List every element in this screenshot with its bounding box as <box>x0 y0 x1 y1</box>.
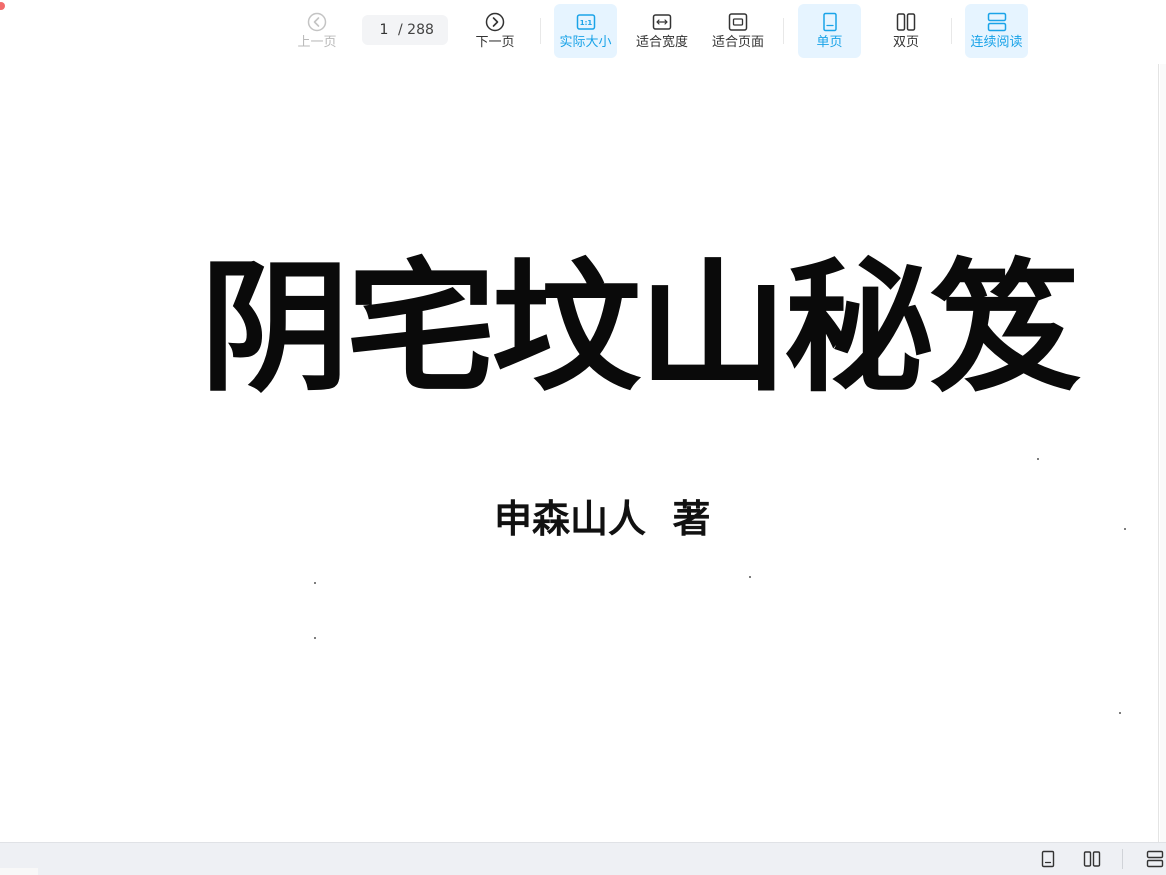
fit-width-icon <box>652 13 672 30</box>
status-single-page-button[interactable] <box>1037 847 1059 871</box>
scan-speck <box>1124 528 1126 530</box>
chevron-right-circle-icon <box>485 12 505 31</box>
scan-speck <box>749 576 751 578</box>
scan-speck <box>314 582 316 584</box>
page-number-input[interactable] <box>372 22 396 38</box>
status-bar <box>0 842 1166 875</box>
single-page-button[interactable]: 单页 <box>798 4 861 58</box>
status-continuous-button[interactable] <box>1144 847 1166 871</box>
actual-size-icon: 1:1 <box>576 13 595 30</box>
continuous-reading-button[interactable]: 连续阅读 <box>965 4 1028 58</box>
prev-page-label: 上一页 <box>297 34 337 50</box>
double-page-icon <box>1083 851 1101 867</box>
next-page-button[interactable]: 下一页 <box>464 4 526 58</box>
fit-width-button[interactable]: 适合宽度 <box>631 4 693 58</box>
single-page-icon <box>822 12 837 31</box>
continuous-scroll-icon <box>987 12 1006 31</box>
single-page-label: 单页 <box>816 34 843 50</box>
scan-speck <box>1037 458 1039 460</box>
toolbar-divider <box>951 18 952 44</box>
notification-dot <box>0 2 5 10</box>
document-author: 申森山人 著 <box>494 496 711 541</box>
scrollbar-thumb[interactable] <box>1160 64 1166 842</box>
svg-text:1:1: 1:1 <box>579 19 592 27</box>
double-page-label: 双页 <box>892 34 919 50</box>
toolbar-divider <box>783 18 784 44</box>
fit-page-icon <box>728 12 748 31</box>
double-page-icon <box>896 12 916 31</box>
status-divider <box>1122 849 1123 869</box>
page-total: / 288 <box>398 22 434 38</box>
pdf-viewer: ≡ 上一页 / 288 下一页 1 <box>0 0 1166 875</box>
actual-size-label: 实际大小 <box>559 34 612 50</box>
toolbar-divider <box>540 18 541 44</box>
actual-size-button[interactable]: 1:1 实际大小 <box>554 4 617 58</box>
continuous-scroll-icon <box>1146 850 1164 868</box>
edge-sidebar-toggle[interactable]: ≡ <box>0 0 10 24</box>
vertical-scrollbar[interactable] <box>1158 64 1166 842</box>
scan-speck <box>1119 712 1121 714</box>
page-indicator: / 288 <box>362 15 448 45</box>
fit-width-label: 适合宽度 <box>635 34 688 50</box>
prev-page-button[interactable]: 上一页 <box>286 4 348 58</box>
document-page: 阴宅坟山秘笈 申森山人 著 <box>0 64 1158 842</box>
next-page-label: 下一页 <box>475 34 515 50</box>
document-title: 阴宅坟山秘笈 <box>200 246 1080 412</box>
horizontal-scrollbar[interactable] <box>0 868 38 875</box>
status-double-page-button[interactable] <box>1081 847 1103 871</box>
fit-page-label: 适合页面 <box>711 34 764 50</box>
double-page-button[interactable]: 双页 <box>875 4 937 58</box>
chevron-left-circle-icon <box>307 12 327 31</box>
single-page-icon <box>1041 850 1055 868</box>
continuous-reading-label: 连续阅读 <box>970 34 1023 50</box>
scan-speck <box>314 637 316 639</box>
fit-page-button[interactable]: 适合页面 <box>707 4 769 58</box>
toolbar: ≡ 上一页 / 288 下一页 1 <box>0 0 1166 64</box>
